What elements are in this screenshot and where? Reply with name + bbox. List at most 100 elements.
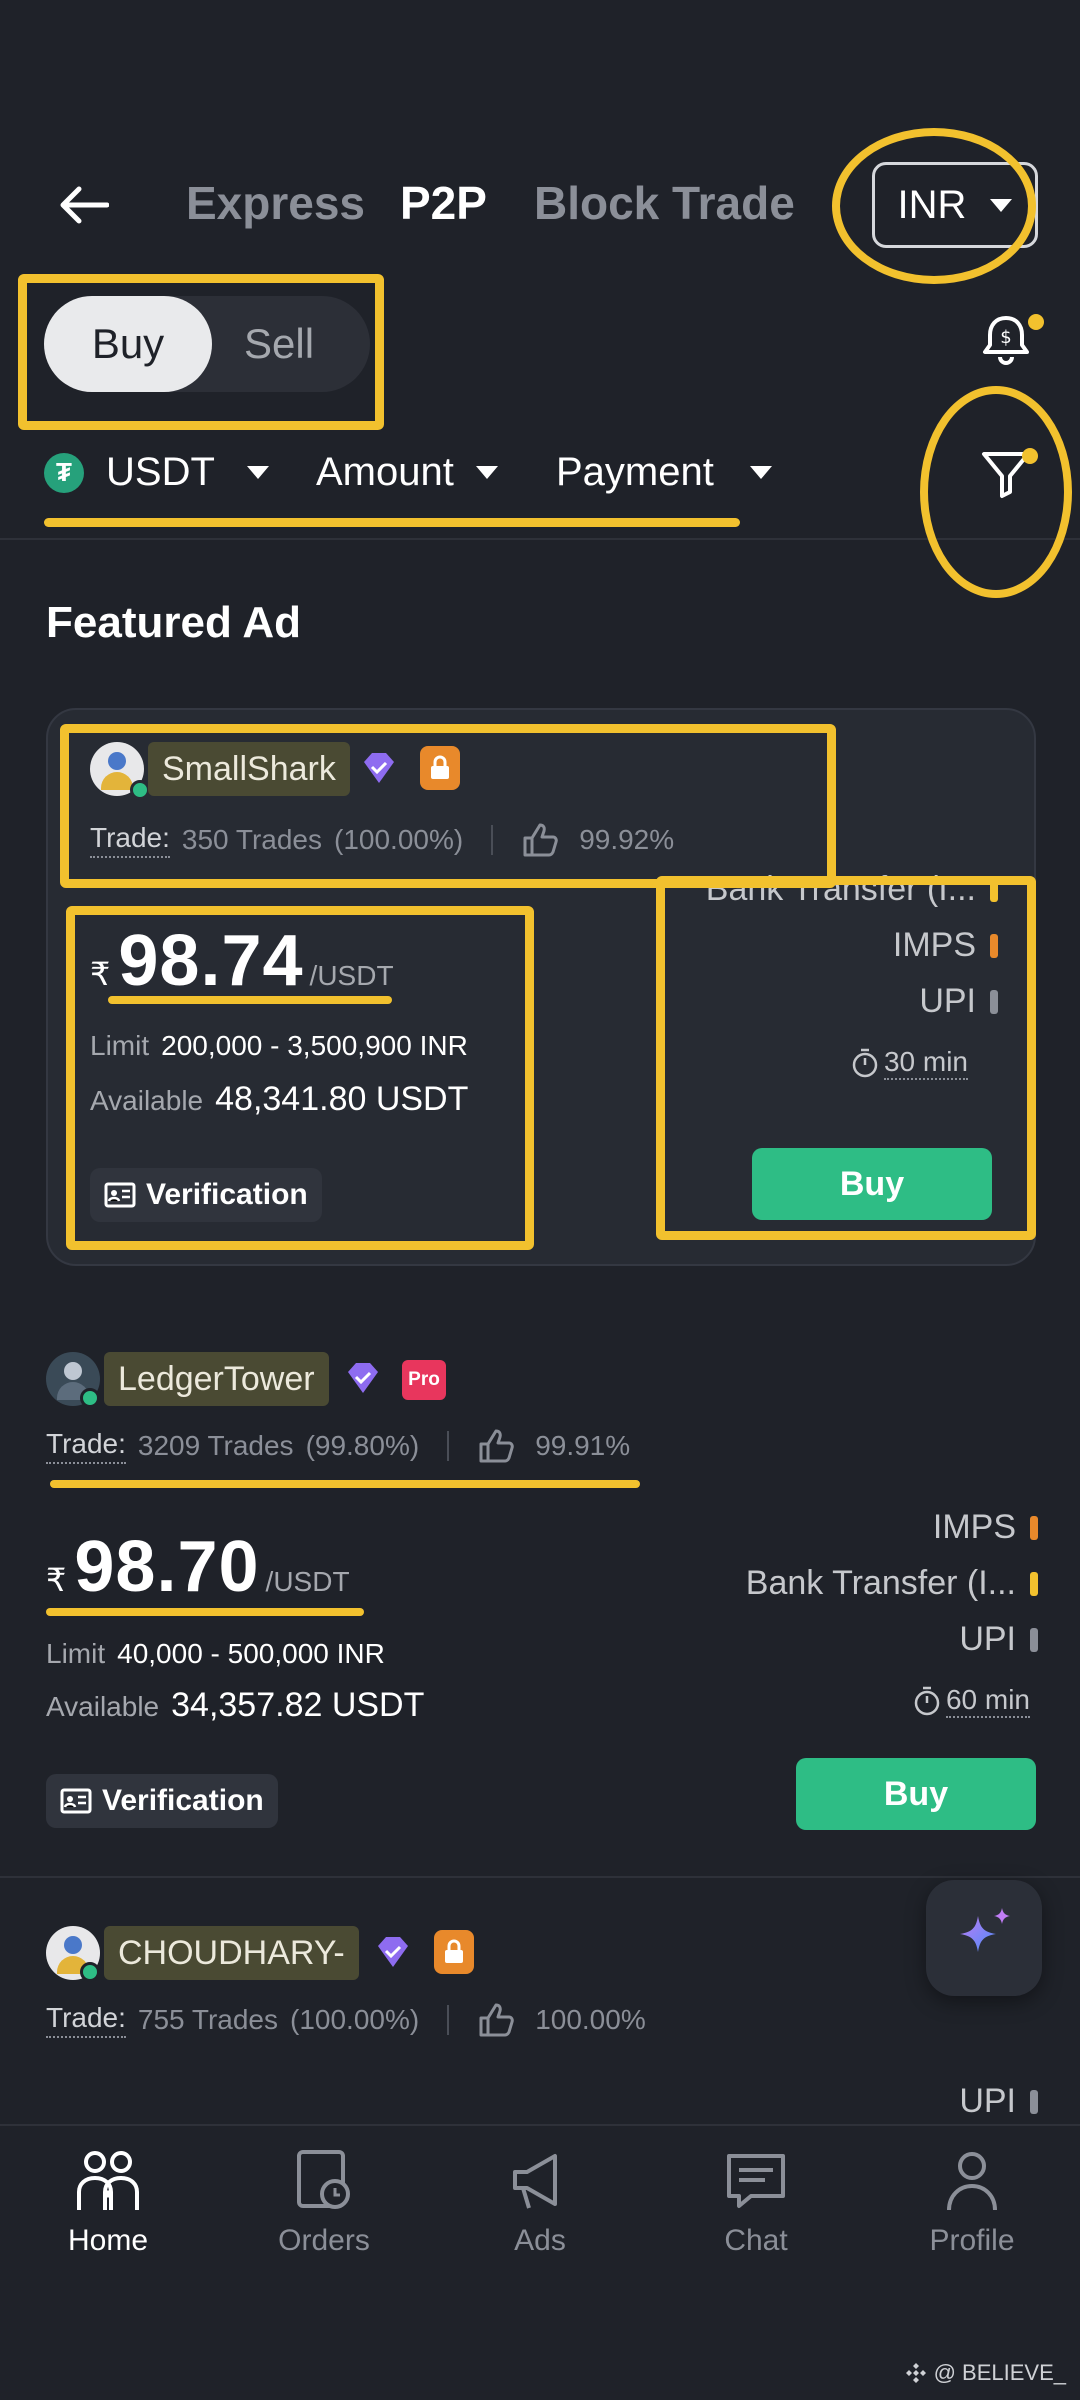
alert-button[interactable]: $ [976, 310, 1046, 380]
price-unit: /USDT [309, 960, 394, 991]
trade-count: 755 Trades [137, 2004, 278, 2035]
online-indicator [130, 780, 150, 800]
limit-label: Limit [90, 1030, 150, 1061]
merchant-name[interactable]: CHOUDHARY- [104, 1926, 359, 1980]
back-button[interactable] [48, 170, 118, 240]
payment-filter[interactable]: Payment [556, 450, 772, 495]
amount-filter[interactable]: Amount [316, 450, 498, 495]
payment-method-label: UPI [959, 1620, 1016, 1658]
chat-icon [727, 2154, 785, 2208]
buy-button[interactable]: Buy [796, 1758, 1036, 1830]
filter-button[interactable] [976, 444, 1046, 514]
payment-methods: UPI [660, 2082, 1038, 2126]
available-row: Available 34,357.82 USDT [46, 1686, 424, 1725]
limit-row: Limit 200,000 - 3,500,900 INR [90, 1030, 468, 1062]
payment-color-bar [1030, 1571, 1038, 1596]
nav-label: Profile [929, 2224, 1015, 2257]
rating: 99.92% [579, 824, 675, 855]
nav-chat[interactable]: Chat [676, 2148, 836, 2258]
diamond-badge-icon [378, 1937, 408, 1967]
payment-color-bar [1030, 2089, 1038, 2114]
merchant-name[interactable]: SmallShark [148, 742, 350, 796]
thumbs-up-icon [479, 2003, 514, 2037]
payment-method-label: IMPS [892, 926, 976, 964]
tab-express[interactable]: Express [186, 176, 365, 230]
buy-toggle-option[interactable]: Buy [44, 296, 212, 392]
binance-logo-icon [905, 2363, 926, 2383]
divider [0, 1876, 1080, 1878]
available-label: Available [90, 1085, 204, 1116]
diamond-badge-icon [348, 1363, 378, 1393]
payment-method: IMPS [933, 1508, 1038, 1547]
nav-label: Chat [724, 2224, 788, 2257]
lock-badge-icon [434, 1930, 474, 1974]
chevron-down-icon [990, 198, 1013, 212]
available-value: 34,357.82 USDT [171, 1686, 425, 1724]
price-value: 98.70 [74, 1527, 260, 1607]
trade-stats: Trade: 755 Trades (100.00%) 100.00% [46, 2002, 646, 2038]
stopwatch-icon [852, 1048, 878, 1078]
available-value: 48,341.80 USDT [215, 1080, 469, 1118]
buy-sell-toggle: Buy Sell [44, 296, 370, 392]
price-value: 98.74 [118, 921, 304, 1001]
nav-orders[interactable]: Orders [244, 2148, 404, 2258]
section-title: Featured Ad [46, 598, 302, 647]
payment-method: UPI [959, 1620, 1038, 1659]
bell-dollar-icon: $ [983, 316, 1029, 365]
coin-filter-label: USDT [106, 450, 215, 494]
highlight-price-underline [46, 1608, 364, 1616]
nav-ads[interactable]: Ads [460, 2148, 620, 2258]
payment-color-bar [1030, 1627, 1038, 1652]
sell-toggle-option[interactable]: Sell [244, 296, 314, 392]
trade-stats: Trade: 3209 Trades (99.80%) 99.91% [46, 1428, 630, 1464]
coin-filter[interactable]: ₮ USDT [44, 450, 269, 495]
id-card-icon [104, 1182, 136, 1208]
featured-ad-card[interactable]: SmallShark Trade: 350 Trades (100.00%) 9… [46, 708, 1036, 1266]
home-community-icon [77, 2151, 139, 2210]
merchant-name[interactable]: LedgerTower [104, 1352, 329, 1406]
price-unit: /USDT [265, 1566, 350, 1597]
payment-method: Bank Transfer (I... [746, 1564, 1038, 1603]
completion-rate: (100.00%) [334, 824, 464, 855]
payment-method: UPI [959, 2082, 1038, 2121]
nav-profile[interactable]: Profile [892, 2148, 1052, 2258]
payment-color-bar [1030, 1515, 1038, 1540]
completion-rate: (99.80%) [305, 1430, 420, 1461]
payment-time-limit: 60 min [912, 1684, 1030, 1718]
trade-count: 3209 Trades [137, 1430, 294, 1461]
buy-button[interactable]: Buy [752, 1148, 992, 1220]
thumbs-up-icon [479, 1429, 514, 1463]
nav-label: Home [67, 2224, 149, 2257]
currency-symbol: ₹ [46, 1562, 67, 1598]
currency-value: INR [897, 182, 967, 227]
orders-icon [297, 2150, 350, 2209]
tab-block-trade[interactable]: Block Trade [534, 176, 795, 230]
verification-badge[interactable]: Verification [90, 1168, 322, 1222]
watermark-text: @ BELIEVE_ [933, 2360, 1066, 2385]
chevron-down-icon [246, 466, 269, 479]
currency-select[interactable]: INR [872, 162, 1038, 248]
trade-count: 350 Trades [181, 824, 322, 855]
diamond-badge-icon [364, 753, 394, 783]
ai-assistant-button[interactable] [926, 1880, 1042, 1996]
rating: 99.91% [535, 1430, 631, 1461]
online-indicator [80, 1962, 100, 1982]
verification-badge[interactable]: Verification [46, 1774, 278, 1828]
highlight-filters-underline [44, 518, 740, 527]
tab-p2p[interactable]: P2P [400, 176, 487, 230]
nav-home[interactable]: Home [28, 2148, 188, 2258]
amount-filter-label: Amount [316, 450, 454, 494]
payment-color-bar [990, 989, 998, 1014]
online-indicator [80, 1388, 100, 1408]
verification-label: Verification [102, 1784, 264, 1817]
trade-stats: Trade: 350 Trades (100.00%) 99.92% [90, 822, 674, 858]
verification-label: Verification [146, 1178, 308, 1211]
stopwatch-icon [914, 1686, 940, 1716]
usdt-icon: ₮ [44, 452, 84, 493]
payment-method-label: Bank Transfer (I... [745, 1564, 1016, 1602]
divider [0, 538, 1080, 540]
lock-badge-icon [420, 746, 460, 790]
payment-methods: IMPS Bank Transfer (I... UPI 60 min [660, 1508, 1038, 1728]
limit-row: Limit 40,000 - 500,000 INR [46, 1638, 385, 1670]
megaphone-icon [513, 2154, 557, 2209]
